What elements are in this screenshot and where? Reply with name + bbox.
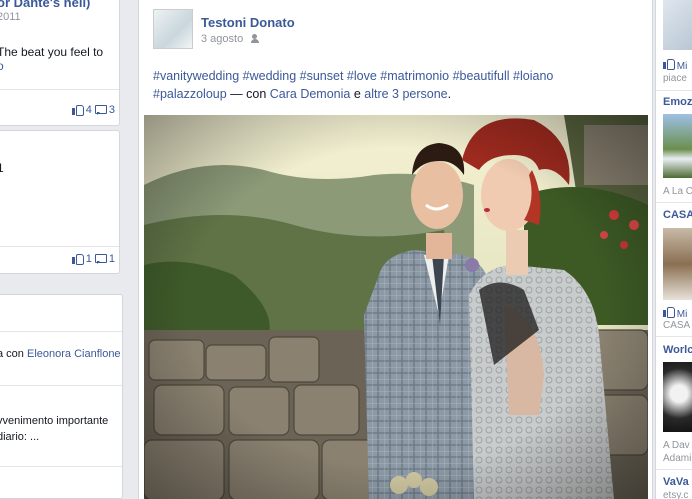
hashtag[interactable]: #loiano [513, 69, 553, 83]
hashtag[interactable]: #matrimonio [380, 69, 449, 83]
comment-count[interactable]: 1 [109, 253, 115, 265]
page-description: CASA [663, 320, 691, 331]
hashtag[interactable]: #love [347, 69, 377, 83]
author-name[interactable]: Testoni Donato [201, 15, 295, 30]
story-counts: 1 1 [71, 253, 115, 265]
tagged-person[interactable]: Cara Demonia [270, 87, 351, 101]
left-story-card: or Dante's hell) 2011 The beat you feel … [0, 0, 120, 126]
post-photo[interactable] [144, 115, 648, 499]
post-text: #vanitywedding #wedding #sunset #love #m… [153, 67, 583, 103]
suggested-page-title[interactable]: Worlc [663, 344, 692, 356]
like-label[interactable]: Mi [677, 61, 688, 72]
page-thumbnail[interactable] [663, 362, 692, 432]
tagged-others[interactable]: altre 3 persone [364, 87, 447, 101]
hashtag[interactable]: #wedding [243, 69, 297, 83]
story-text: The beat you feel to [0, 45, 104, 59]
with-text: — con [226, 87, 270, 101]
suggested-page-title[interactable]: Emoz [663, 96, 692, 108]
hashtag[interactable]: #sunset [300, 69, 344, 83]
suggested-page-title[interactable]: VaVa [663, 476, 689, 488]
right-sidebar: Mi piace Emoz A La C CASA Mi CASA Worlc … [655, 0, 692, 499]
like-count[interactable]: 1 [86, 253, 92, 265]
page-thumbnail[interactable] [663, 114, 692, 178]
divider [0, 89, 119, 90]
page-description: A Dav [663, 440, 690, 451]
end-punct: . [447, 87, 452, 101]
left-story-card: a con Eleonora Cianflone vvenimento impo… [0, 294, 123, 499]
page-description: etsy.c [663, 490, 689, 499]
hashtag[interactable]: #palazzoloup [153, 87, 227, 101]
shared-with-prefix: a con [0, 348, 24, 360]
and-text: e [350, 87, 365, 101]
page-description: A La C [663, 186, 692, 197]
story-title[interactable]: or Dante's hell) [0, 0, 90, 10]
post-date[interactable]: 3 agosto [201, 33, 243, 45]
page-likes-text: piace [663, 73, 687, 84]
story-date: 2011 [0, 11, 21, 23]
story-link[interactable]: o [0, 59, 4, 73]
like-icon [663, 59, 675, 70]
like-icon[interactable] [71, 254, 84, 265]
divider [0, 246, 119, 247]
like-page-link[interactable]: Mi [663, 307, 687, 320]
story-text: 1 [0, 161, 4, 175]
divider [656, 202, 692, 203]
story-text: vvenimento importante [0, 415, 109, 427]
divider [656, 336, 692, 337]
like-count[interactable]: 4 [86, 104, 92, 116]
author-avatar[interactable] [153, 9, 193, 49]
like-label[interactable]: Mi [677, 309, 688, 320]
hashtag[interactable]: #vanitywedding [153, 69, 239, 83]
hashtag[interactable]: #beautifull [453, 69, 510, 83]
timeline-post: Testoni Donato 3 agosto #vanitywedding #… [138, 0, 653, 499]
page-thumbnail[interactable] [663, 228, 692, 300]
comment-icon[interactable] [94, 105, 107, 115]
page-thumbnail[interactable] [663, 0, 692, 50]
page-description: Adami [663, 453, 692, 464]
like-page-link[interactable]: Mi [663, 59, 687, 72]
wedding-photo [144, 115, 648, 499]
story-counts: 4 3 [71, 104, 115, 116]
comment-icon[interactable] [94, 254, 107, 264]
divider [0, 385, 122, 386]
shared-with-name[interactable]: Eleonora Cianflone [27, 348, 121, 360]
story-text: diario: ... [0, 431, 40, 443]
divider [656, 469, 692, 470]
comment-count[interactable]: 3 [109, 104, 115, 116]
shared-with: a con Eleonora Cianflone [0, 348, 121, 360]
divider [0, 331, 122, 332]
like-icon[interactable] [71, 105, 84, 116]
left-story-card: 1 , 1 1 [0, 130, 120, 274]
friends-icon[interactable] [251, 34, 263, 44]
divider [656, 90, 692, 91]
divider [0, 466, 122, 467]
suggested-page-title[interactable]: CASA [663, 209, 692, 221]
like-icon [663, 307, 675, 318]
